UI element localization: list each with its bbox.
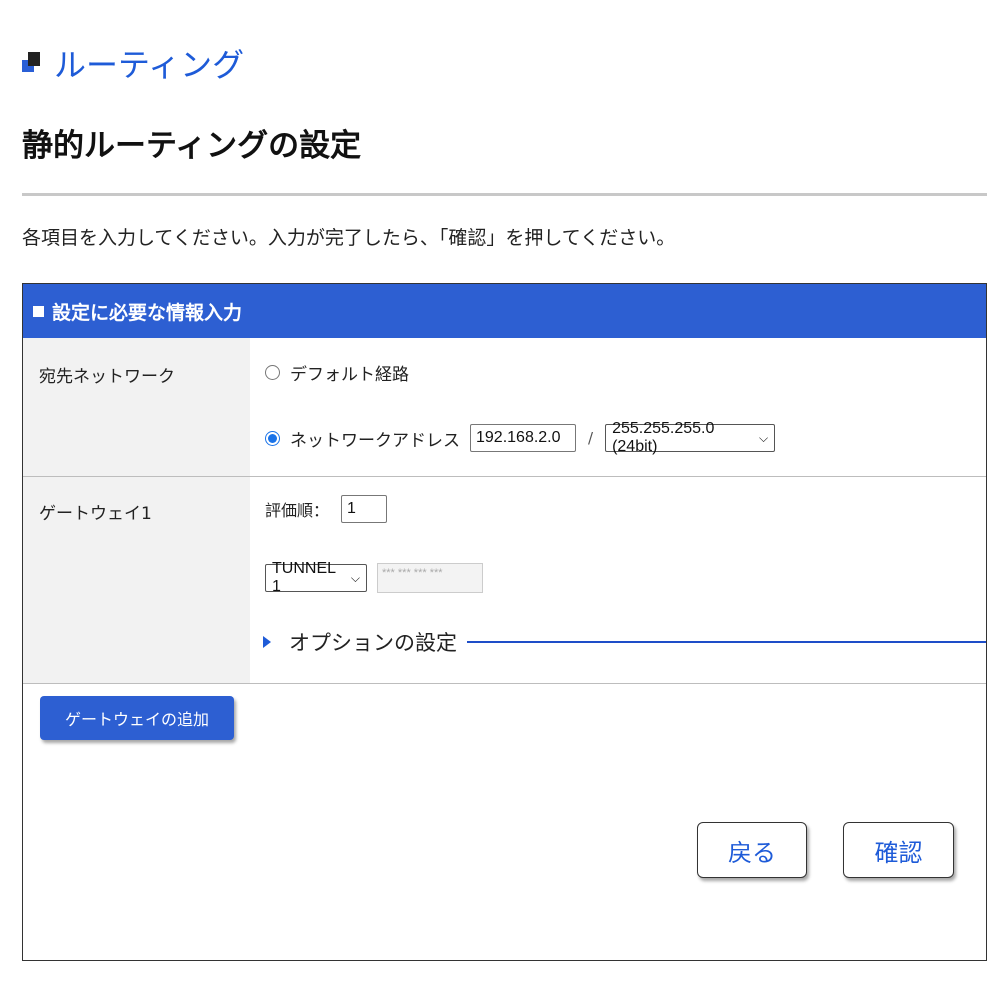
section-squares-icon bbox=[22, 52, 44, 74]
destination-label-cell: 宛先ネットワーク bbox=[23, 338, 250, 476]
destination-row: 宛先ネットワーク デフォルト経路 ネットワークアドレス 192.168.2.0 … bbox=[23, 338, 986, 477]
default-route-option[interactable]: デフォルト経路 bbox=[265, 360, 409, 385]
section-title: ルーティング bbox=[22, 40, 244, 86]
default-route-radio[interactable] bbox=[265, 365, 280, 380]
instructions-text: 各項目を入力してください。入力が完了したら、「確認」を押してください。 bbox=[22, 227, 676, 249]
interface-select[interactable]: TUNNEL 1 ⌵ bbox=[265, 560, 367, 595]
section-title-text: ルーティング bbox=[54, 46, 245, 84]
mask-separator: / bbox=[588, 429, 594, 447]
priority-input[interactable]: 1 bbox=[341, 495, 388, 523]
network-address-label[interactable]: ネットワークアドレス bbox=[290, 426, 460, 451]
header-square-icon bbox=[33, 305, 44, 317]
back-button[interactable]: 戻る bbox=[697, 822, 807, 878]
network-address-radio[interactable] bbox=[265, 430, 280, 446]
add-gateway-button[interactable]: ゲートウェイの追加 bbox=[40, 696, 234, 740]
network-address-option[interactable]: ネットワークアドレス 192.168.2.0 / 255.255.255.0 (… bbox=[265, 420, 776, 455]
interface-value: TUNNEL 1 bbox=[272, 560, 336, 595]
title-divider bbox=[22, 193, 987, 196]
panel-header-text: 設定に必要な情報入力 bbox=[52, 301, 243, 324]
confirm-button[interactable]: 確認 bbox=[843, 822, 954, 878]
gateway-label: ゲートウェイ1 bbox=[39, 504, 152, 524]
page-title: 静的ルーティングの設定 bbox=[22, 128, 362, 164]
gateway-address-input: *** *** *** *** bbox=[377, 563, 483, 593]
chevron-down-icon: ⌵ bbox=[758, 430, 769, 445]
panel-header: 設定に必要な情報入力 bbox=[23, 284, 986, 338]
gateway-row: ゲートウェイ1 評価順： 1 TUNNEL 1 ⌵ *** *** *** **… bbox=[23, 477, 986, 684]
chevron-down-icon: ⌵ bbox=[350, 570, 360, 585]
options-toggle[interactable]: オプションの設定 bbox=[263, 627, 986, 657]
settings-panel: 設定に必要な情報入力 宛先ネットワーク デフォルト経路 ネットワークアドレス 1… bbox=[22, 283, 987, 961]
subnet-mask-select[interactable]: 255.255.255.0 (24bit) ⌵ bbox=[605, 420, 776, 455]
priority-label: 評価順： bbox=[265, 501, 330, 520]
options-label[interactable]: オプションの設定 bbox=[289, 627, 457, 657]
destination-label: 宛先ネットワーク bbox=[39, 367, 175, 387]
priority-line: 評価順： 1 bbox=[265, 495, 388, 523]
interface-line: TUNNEL 1 ⌵ *** *** *** *** bbox=[265, 560, 483, 595]
gateway-label-cell: ゲートウェイ1 bbox=[23, 477, 250, 683]
subnet-mask-value: 255.255.255.0 (24bit) bbox=[612, 420, 715, 455]
default-route-label[interactable]: デフォルト経路 bbox=[290, 360, 409, 385]
network-ip-input[interactable]: 192.168.2.0 bbox=[470, 424, 576, 452]
options-rule bbox=[467, 641, 986, 643]
expand-triangle-icon[interactable] bbox=[263, 636, 271, 648]
